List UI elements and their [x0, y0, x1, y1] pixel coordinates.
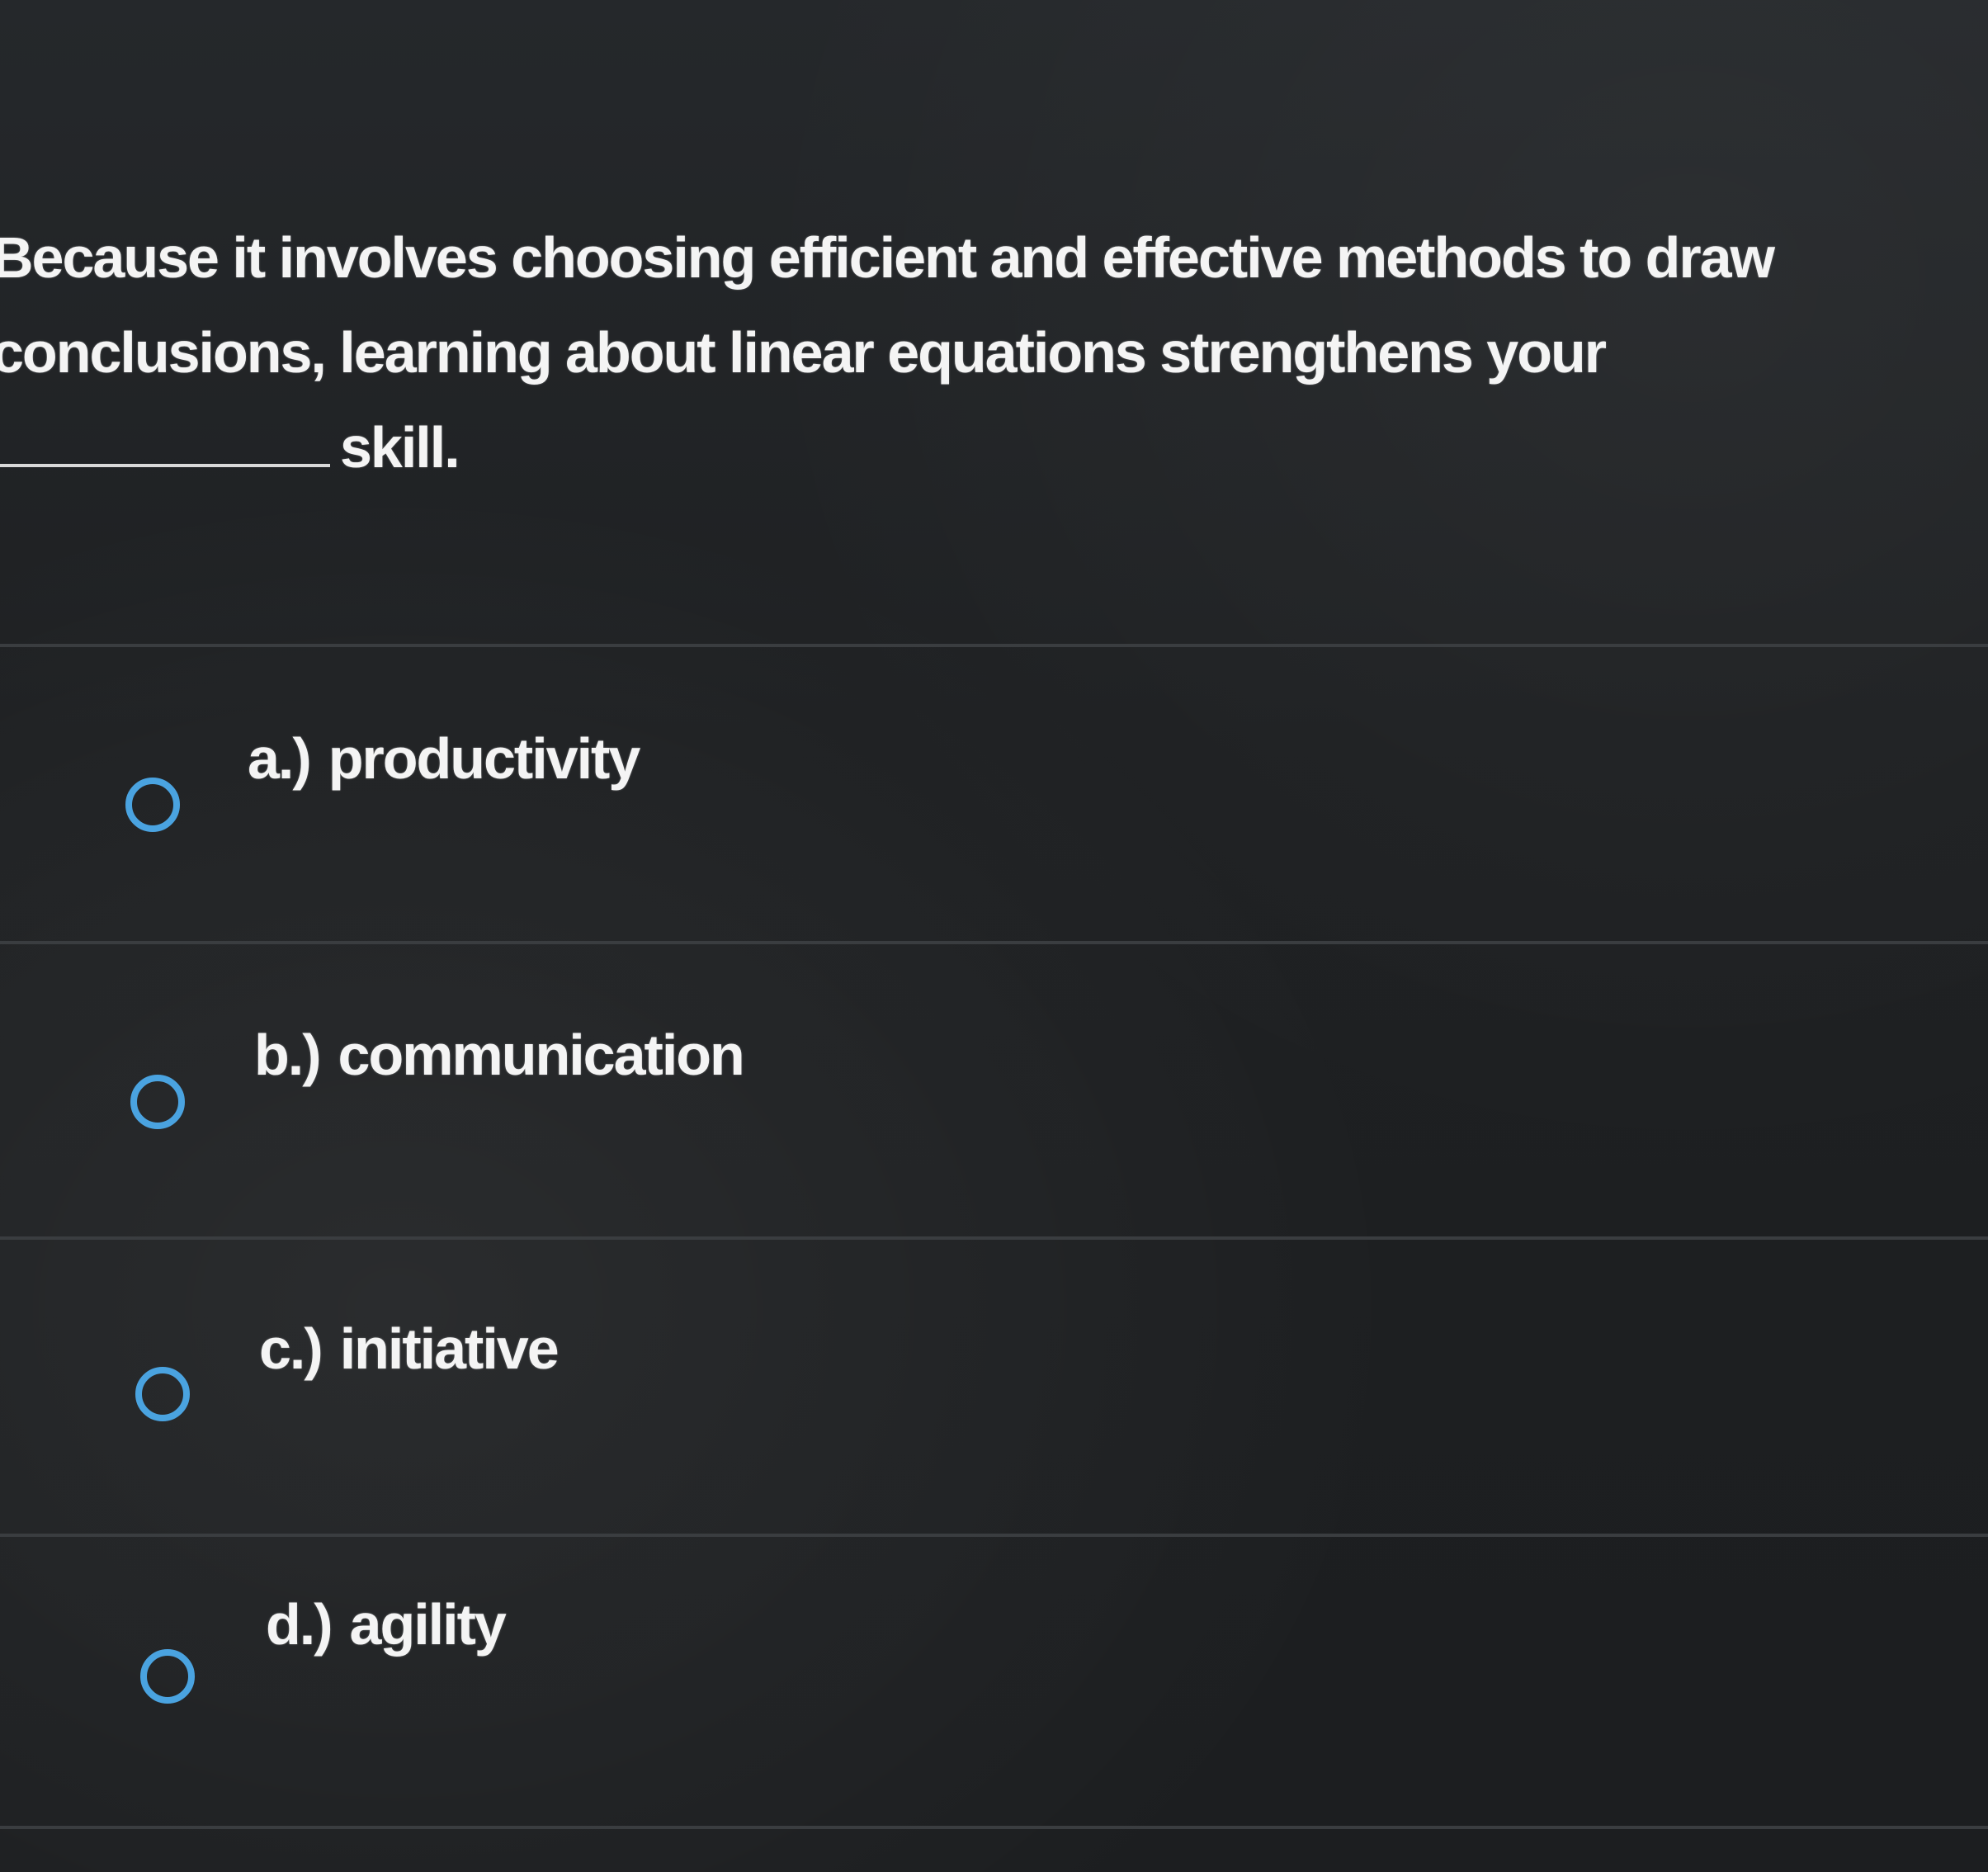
answer-option-label[interactable]: a.) productivity — [248, 726, 641, 792]
question-line-1: Because it involves choosing efficient a… — [0, 225, 1775, 290]
radio-button-icon[interactable] — [130, 1075, 185, 1129]
question-line-3: skill. — [0, 400, 1923, 495]
question-text: Because it involves choosing efficient a… — [0, 210, 1923, 495]
radio-button-icon[interactable] — [125, 778, 180, 832]
option-letter: a.) — [248, 726, 312, 791]
answer-option-label[interactable]: d.) agility — [266, 1591, 507, 1657]
answer-option-a[interactable]: a.) productivity — [0, 647, 1988, 941]
question-line-2: conclusions, learning about linear equat… — [0, 320, 1607, 385]
answer-option-label[interactable]: b.) communication — [254, 1022, 745, 1088]
radio-button-icon[interactable] — [140, 1649, 195, 1704]
answer-option-label[interactable]: c.) initiative — [259, 1316, 560, 1382]
question-line-3-suffix: skill. — [340, 415, 460, 480]
answer-blank — [0, 464, 330, 467]
option-letter: d.) — [266, 1592, 333, 1657]
radio-button-icon[interactable] — [135, 1367, 190, 1421]
option-text: initiative — [339, 1317, 560, 1381]
option-letter: b.) — [254, 1023, 322, 1087]
answer-option-b[interactable]: b.) communication — [0, 944, 1988, 1238]
option-text: productivity — [328, 726, 641, 791]
option-letter: c.) — [259, 1317, 323, 1381]
answer-option-c[interactable]: c.) initiative — [0, 1240, 1988, 1534]
answer-option-d[interactable]: d.) agility — [0, 1537, 1988, 1831]
option-text: agility — [349, 1592, 507, 1657]
divider — [0, 1826, 1988, 1829]
option-text: communication — [338, 1023, 745, 1087]
quiz-screen: Because it involves choosing efficient a… — [0, 0, 1988, 1872]
